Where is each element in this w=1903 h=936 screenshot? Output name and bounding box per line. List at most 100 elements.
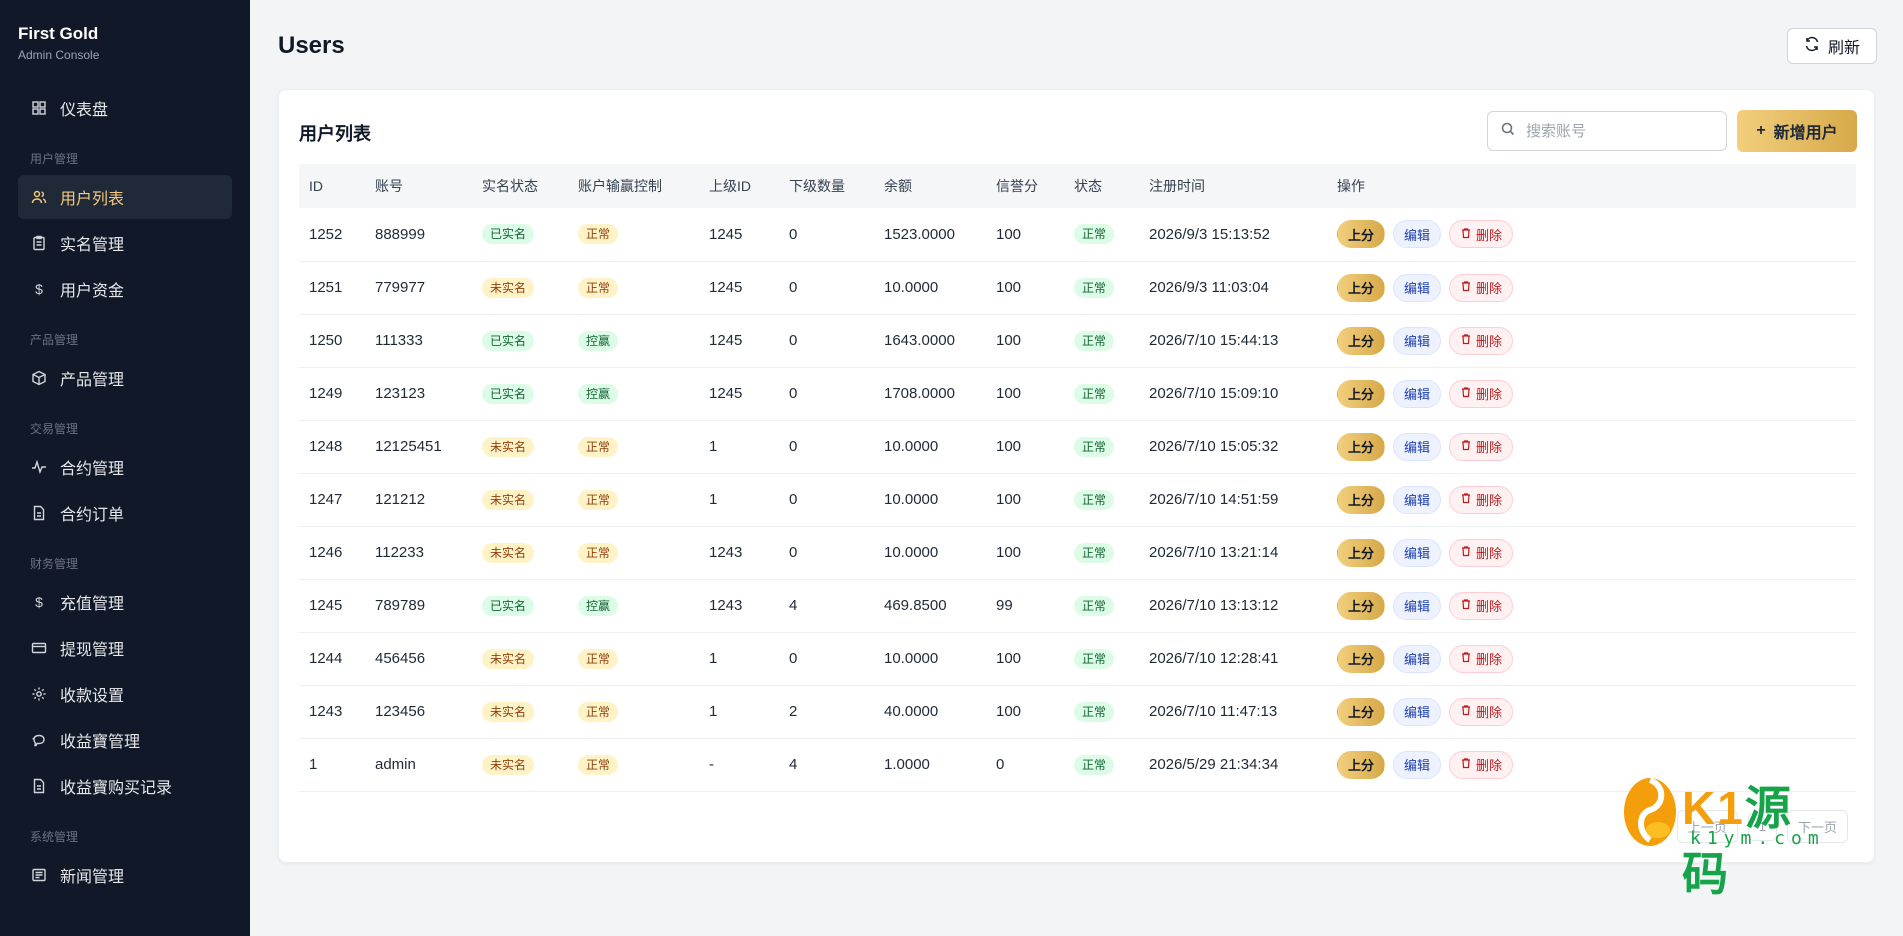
add-points-button[interactable]: 上分 xyxy=(1337,432,1386,461)
cell-status: 正常 xyxy=(1064,473,1139,526)
table-row: 1252 888999 已实名 正常 1245 0 1523.0000 100 正常 2026/9… xyxy=(299,208,1856,261)
delete-button[interactable]: 删除 xyxy=(1449,273,1514,302)
sidebar-item-recharge[interactable]: $ 充值管理 xyxy=(18,580,232,624)
edit-button[interactable]: 编辑 xyxy=(1393,591,1442,620)
cell-realname: 已实名 xyxy=(472,579,568,632)
sidebar-item-user-funds[interactable]: $ 用户资金 xyxy=(18,267,232,311)
edit-button[interactable]: 编辑 xyxy=(1393,273,1442,302)
edit-button[interactable]: 编辑 xyxy=(1393,326,1442,355)
sidebar-item-yield-mgmt[interactable]: 收益寶管理 xyxy=(18,718,232,762)
sidebar-item-label: 收益寶购买记录 xyxy=(60,780,173,797)
add-points-button[interactable]: 上分 xyxy=(1337,697,1386,726)
edit-button[interactable]: 编辑 xyxy=(1393,697,1442,726)
cell-realname: 未实名 xyxy=(472,632,568,685)
col-header[interactable]: 账户输赢控制 xyxy=(568,164,699,208)
cell-id: 1249 xyxy=(309,385,343,402)
edit-button[interactable]: 编辑 xyxy=(1393,432,1442,461)
cell-control: 正常 xyxy=(568,420,699,473)
cell-realname: 已实名 xyxy=(472,208,568,261)
cell-actions: 上分 编辑 删除 xyxy=(1327,367,1856,420)
sidebar-item-label: 用户资金 xyxy=(60,283,125,300)
sidebar-item-yield-records[interactable]: 收益寶购买记录 xyxy=(18,764,232,808)
cell-actions: 上分 编辑 删除 xyxy=(1327,208,1856,261)
cell-status: 正常 xyxy=(1064,738,1139,791)
cell-actions: 上分 编辑 删除 xyxy=(1327,579,1856,632)
search-input[interactable] xyxy=(1526,122,1706,140)
edit-button[interactable]: 编辑 xyxy=(1393,220,1442,249)
col-header[interactable]: 下级数量 xyxy=(779,164,874,208)
cell-children: 0 xyxy=(789,332,798,349)
edit-button[interactable]: 编辑 xyxy=(1393,644,1442,673)
realname-badge: 未实名 xyxy=(482,754,535,775)
page-title: Users xyxy=(278,32,345,59)
edit-button[interactable]: 编辑 xyxy=(1393,485,1442,514)
col-header[interactable]: 信誉分 xyxy=(986,164,1064,208)
edit-button[interactable]: 编辑 xyxy=(1393,750,1442,779)
realname-badge: 已实名 xyxy=(482,383,535,404)
delete-button[interactable]: 删除 xyxy=(1449,750,1514,779)
sidebar-item-user-list[interactable]: 用户列表 xyxy=(18,175,232,219)
delete-button[interactable]: 删除 xyxy=(1449,485,1514,514)
sidebar-item-payment-settings[interactable]: 收款设置 xyxy=(18,672,232,716)
cell-control: 控赢 xyxy=(568,367,699,420)
add-points-button[interactable]: 上分 xyxy=(1337,591,1386,620)
add-points-button[interactable]: 上分 xyxy=(1337,326,1386,355)
box-icon xyxy=(30,369,48,387)
status-badge: 正常 xyxy=(1074,754,1115,775)
status-badge: 正常 xyxy=(1074,436,1115,457)
delete-button[interactable]: 删除 xyxy=(1449,432,1514,461)
cell-registered: 2026/7/10 12:28:41 xyxy=(1149,650,1279,667)
delete-button[interactable]: 删除 xyxy=(1449,379,1514,408)
delete-button[interactable]: 删除 xyxy=(1449,326,1514,355)
sidebar-item-label: 提现管理 xyxy=(60,642,125,659)
delete-button[interactable]: 删除 xyxy=(1449,220,1514,249)
refresh-button[interactable]: 刷新 xyxy=(1786,28,1877,64)
cell-id: 1245 xyxy=(309,597,343,614)
cell-id: 1247 xyxy=(309,491,343,508)
cell-balance: 10.0000 xyxy=(884,438,939,455)
add-points-button[interactable]: 上分 xyxy=(1337,220,1386,249)
dollar-icon: $ xyxy=(35,281,43,297)
cell-id: 1252 xyxy=(309,225,343,243)
sidebar-item-withdraw[interactable]: 提现管理 xyxy=(18,626,232,670)
col-header[interactable]: 上级ID xyxy=(699,164,779,208)
sidebar-item-product-mgmt[interactable]: 产品管理 xyxy=(18,356,232,400)
delete-button[interactable]: 删除 xyxy=(1449,644,1514,673)
cell-children: 0 xyxy=(789,544,798,561)
add-points-button[interactable]: 上分 xyxy=(1337,644,1386,673)
cell-control: 正常 xyxy=(568,738,699,791)
delete-button[interactable]: 删除 xyxy=(1449,538,1514,567)
add-points-button[interactable]: 上分 xyxy=(1337,379,1386,408)
refresh-label: 刷新 xyxy=(1827,40,1860,57)
cell-realname: 已实名 xyxy=(472,367,568,420)
sidebar-item-news-mgmt[interactable]: 新闻管理 xyxy=(18,853,232,897)
col-header[interactable]: 账号 xyxy=(365,164,472,208)
sidebar-item-dashboard[interactable]: 仪表盘 xyxy=(18,86,232,130)
cell-credit: 100 xyxy=(996,438,1022,455)
sidebar-item-contract-orders[interactable]: 合约订单 xyxy=(18,491,232,535)
cell-children: 4 xyxy=(789,597,798,614)
sidebar-item-realname[interactable]: 实名管理 xyxy=(18,221,232,265)
add-points-button[interactable]: 上分 xyxy=(1337,538,1386,567)
col-header[interactable]: 实名状态 xyxy=(472,164,568,208)
add-points-button[interactable]: 上分 xyxy=(1337,273,1386,302)
add-points-button[interactable]: 上分 xyxy=(1337,485,1386,514)
cell-control: 正常 xyxy=(568,261,699,314)
cell-registered: 2026/7/10 13:21:14 xyxy=(1149,544,1279,561)
sidebar-item-contract-mgmt[interactable]: 合约管理 xyxy=(18,445,232,489)
delete-button[interactable]: 删除 xyxy=(1449,591,1514,620)
col-header[interactable]: 状态 xyxy=(1064,164,1139,208)
delete-label: 删除 xyxy=(1476,440,1503,455)
add-user-button[interactable]: + 新增用户 xyxy=(1737,110,1857,152)
cell-realname: 未实名 xyxy=(472,526,568,579)
delete-label: 删除 xyxy=(1476,546,1503,561)
col-header[interactable]: ID xyxy=(299,164,365,208)
edit-button[interactable]: 编辑 xyxy=(1393,538,1442,567)
user-list-card: 用户列表 + 新增用户 ID 账号 实名状态 账户输赢控制 上级ID xyxy=(278,89,1875,863)
cell-children: 0 xyxy=(789,385,798,402)
col-header[interactable]: 注册时间 xyxy=(1139,164,1327,208)
add-points-button[interactable]: 上分 xyxy=(1337,750,1386,779)
col-header[interactable]: 余额 xyxy=(874,164,986,208)
delete-button[interactable]: 删除 xyxy=(1449,697,1514,726)
edit-button[interactable]: 编辑 xyxy=(1393,379,1442,408)
